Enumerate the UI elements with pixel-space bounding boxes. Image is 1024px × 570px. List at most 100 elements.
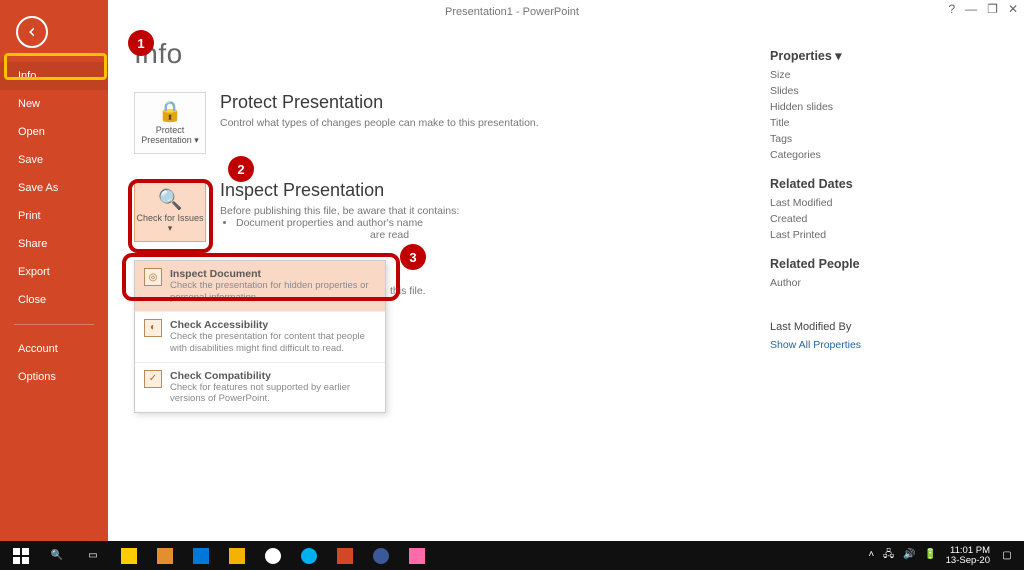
nav-print[interactable]: Print: [0, 202, 108, 230]
callout-badge-2: 2: [228, 156, 254, 182]
dd-title-3: Check Compatibility: [170, 370, 376, 382]
prop-hidden-slides[interactable]: Hidden slides: [770, 99, 990, 115]
nav-save[interactable]: Save: [0, 146, 108, 174]
network-icon[interactable]: 🖧: [883, 549, 894, 560]
prop-categories[interactable]: Categories: [770, 147, 990, 163]
check-accessibility-item[interactable]: ◐ Check Accessibility Check the presenta…: [135, 311, 385, 362]
window-controls: ? — ❐ ✕: [948, 2, 1018, 16]
inspect-trail: are read: [370, 229, 459, 241]
windows-taskbar: 🔍 ▭ ˄ 🖧 🔊 🔋 11:01 PM 13-Sep-20 ▢: [0, 541, 1024, 570]
inspect-trail2: this file.: [390, 285, 459, 297]
related-dates-heading: Related Dates: [770, 177, 990, 191]
prop-title[interactable]: Title: [770, 115, 990, 131]
prop-slides[interactable]: Slides: [770, 83, 990, 99]
maximize-button[interactable]: ❐: [987, 2, 998, 16]
volume-icon[interactable]: 🔊: [903, 549, 915, 560]
lock-icon: 🔒: [158, 101, 183, 123]
inspect-bullet: Document properties and author's name: [236, 217, 459, 229]
notification-icon: ▢: [1002, 550, 1011, 561]
dd-sub-3: Check for features not supported by earl…: [170, 382, 376, 406]
protect-presentation-button[interactable]: 🔒 Protect Presentation ▾: [134, 92, 206, 154]
nav-account[interactable]: Account: [0, 335, 108, 363]
last-modified-by-heading: Last Modified By: [770, 321, 990, 333]
prop-last-modified: Last Modified: [770, 195, 990, 211]
file-explorer-icon: [121, 548, 137, 564]
help-button[interactable]: ?: [948, 2, 955, 16]
taskbar-app-8[interactable]: [364, 541, 398, 570]
arrow-left-icon: [25, 25, 39, 39]
prop-last-printed: Last Printed: [770, 227, 990, 243]
properties-heading[interactable]: Properties ▾: [770, 48, 990, 63]
callout-badge-1: 1: [128, 30, 154, 56]
nav-save-as[interactable]: Save As: [0, 174, 108, 202]
system-tray[interactable]: ˄ 🖧 🔊 🔋: [865, 547, 939, 564]
dd-sub-1: Check the presentation for hidden proper…: [170, 280, 376, 304]
inspect-document-icon: ◎: [144, 268, 162, 286]
windows-icon: [13, 548, 29, 564]
taskbar-app-3[interactable]: [184, 541, 218, 570]
search-button[interactable]: 🔍: [40, 541, 74, 570]
callout-badge-3: 3: [400, 244, 426, 270]
inspect-heading: Inspect Presentation: [220, 180, 459, 201]
skype-icon: [301, 548, 317, 564]
close-button[interactable]: ✕: [1008, 2, 1018, 16]
dd-title-2: Check Accessibility: [170, 319, 376, 331]
taskbar-app-2[interactable]: [148, 541, 182, 570]
dd-sub-2: Check the presentation for content that …: [170, 331, 376, 355]
nav-separator: [14, 324, 94, 325]
app-icon: [373, 548, 389, 564]
prop-tags[interactable]: Tags: [770, 131, 990, 147]
inspect-document-item[interactable]: ◎ Inspect Document Check the presentatio…: [135, 261, 385, 311]
start-button[interactable]: [4, 541, 38, 570]
dd-title-1: Inspect Document: [170, 268, 376, 280]
accessibility-icon: ◐: [144, 319, 162, 337]
nav-new[interactable]: New: [0, 90, 108, 118]
properties-panel: Properties ▾ Size Slides Hidden slides T…: [770, 24, 990, 353]
prop-created: Created: [770, 211, 990, 227]
task-view-icon: ▭: [88, 550, 97, 561]
action-center-button[interactable]: ▢: [996, 541, 1018, 570]
check-compatibility-item[interactable]: ✓ Check Compatibility Check for features…: [135, 362, 385, 413]
taskbar-app-4[interactable]: [220, 541, 254, 570]
nav-share[interactable]: Share: [0, 230, 108, 258]
folder-icon: [157, 548, 173, 564]
inspect-bullets: Document properties and author's name: [236, 217, 459, 229]
tray-chevron-icon[interactable]: ˄: [868, 549, 874, 560]
backstage-sidebar: Info New Open Save Save As Print Share E…: [0, 0, 108, 541]
inspect-intro: Before publishing this file, be aware th…: [220, 205, 459, 217]
search-icon: 🔍: [51, 550, 63, 561]
prop-author[interactable]: Author: [770, 275, 990, 291]
outlook-icon: [193, 548, 209, 564]
check-for-issues-button[interactable]: 🔍 Check for Issues ▾: [134, 180, 206, 242]
sticky-notes-icon: [229, 548, 245, 564]
app-title: Presentation1 - PowerPoint: [445, 6, 579, 18]
nav-options[interactable]: Options: [0, 363, 108, 391]
show-all-properties-link[interactable]: Show All Properties: [770, 337, 990, 353]
nav-close[interactable]: Close: [0, 286, 108, 314]
protect-desc: Control what types of changes people can…: [220, 117, 539, 129]
nav-open[interactable]: Open: [0, 118, 108, 146]
back-button[interactable]: [16, 16, 48, 48]
taskbar-app-7[interactable]: [328, 541, 362, 570]
taskbar-app-9[interactable]: [400, 541, 434, 570]
related-people-heading: Related People: [770, 257, 990, 271]
protect-body: Protect Presentation Control what types …: [220, 92, 539, 129]
check-issues-label: Check for Issues ▾: [135, 214, 205, 234]
minimize-button[interactable]: —: [965, 2, 977, 16]
chrome-icon: [265, 548, 281, 564]
app-titlebar: Presentation1 - PowerPoint ? — ❐ ✕: [0, 0, 1024, 24]
powerpoint-icon: [337, 548, 353, 564]
protect-heading: Protect Presentation: [220, 92, 539, 113]
taskbar-clock[interactable]: 11:01 PM 13-Sep-20: [946, 546, 990, 565]
battery-icon[interactable]: 🔋: [924, 549, 936, 560]
protect-button-label: Protect Presentation ▾: [135, 126, 205, 146]
taskbar-app-1[interactable]: [112, 541, 146, 570]
taskbar-app-6[interactable]: [292, 541, 326, 570]
prop-size[interactable]: Size: [770, 67, 990, 83]
compatibility-icon: ✓: [144, 370, 162, 388]
task-view-button[interactable]: ▭: [76, 541, 110, 570]
nav-export[interactable]: Export: [0, 258, 108, 286]
eraser-icon: [409, 548, 425, 564]
taskbar-app-5[interactable]: [256, 541, 290, 570]
nav-info[interactable]: Info: [0, 62, 108, 90]
